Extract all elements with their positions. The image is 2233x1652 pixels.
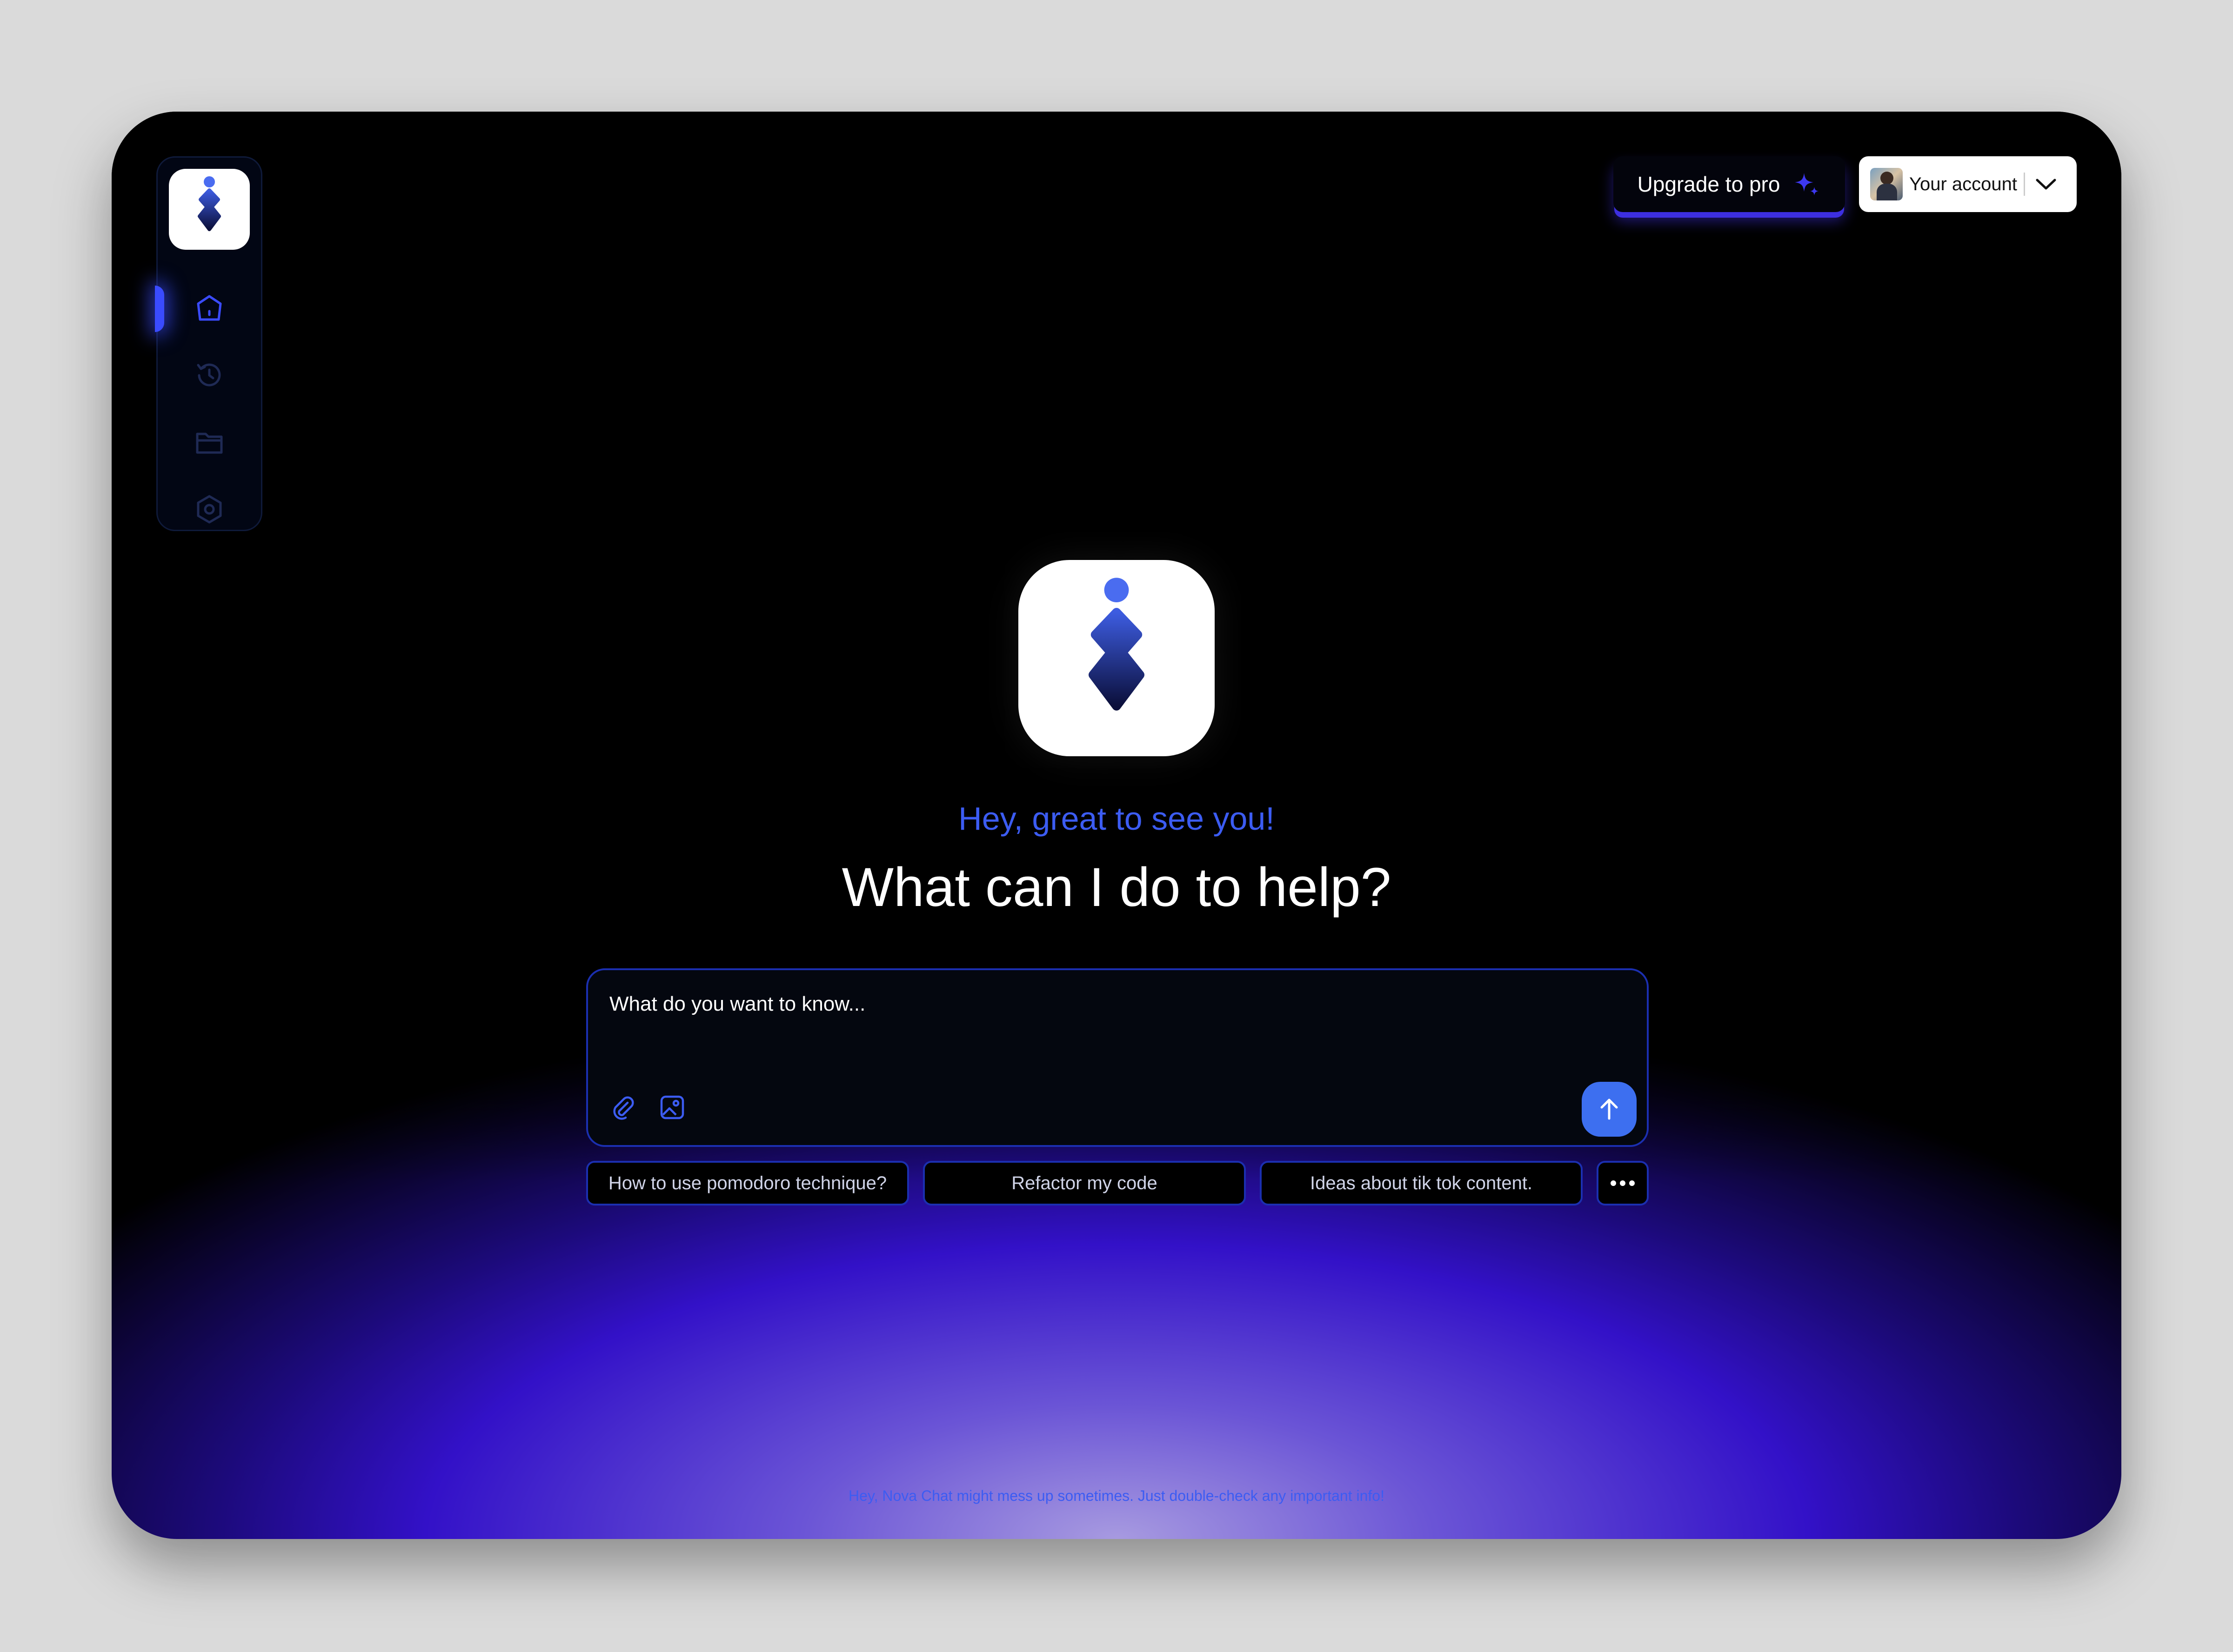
active-indicator xyxy=(155,286,164,332)
sidebar-item-folder[interactable] xyxy=(191,424,228,461)
sidebar-item-history[interactable] xyxy=(191,357,228,394)
page-title: What can I do to help? xyxy=(842,857,1391,918)
send-button[interactable] xyxy=(1582,1082,1637,1137)
suggestion-chip[interactable]: How to use pomodoro technique? xyxy=(586,1161,909,1206)
more-dots-icon xyxy=(1611,1180,1635,1186)
folder-icon xyxy=(196,433,223,454)
chat-input[interactable] xyxy=(608,990,1541,1019)
paperclip-icon xyxy=(613,1096,634,1120)
sparkle-icon xyxy=(1795,173,1819,195)
arrow-up-icon xyxy=(1600,1099,1618,1120)
settings-icon xyxy=(197,495,222,524)
attach-button[interactable] xyxy=(607,1091,639,1124)
sidebar xyxy=(155,156,262,531)
suggestion-chip[interactable]: Ideas about tik tok content. xyxy=(1260,1161,1583,1206)
greeting-text: Hey, great to see you! xyxy=(958,800,1275,837)
chat-composer xyxy=(586,968,1649,1147)
sidebar-item-settings[interactable] xyxy=(191,491,228,528)
hero-logo xyxy=(1018,560,1215,756)
nova-logo-icon xyxy=(1089,578,1144,711)
nova-logo-icon xyxy=(198,176,221,231)
image-icon xyxy=(660,1095,684,1119)
app-window: Upgrade to pro Your account Hey, great t… xyxy=(112,112,2121,1539)
upgrade-button[interactable]: Upgrade to pro xyxy=(1613,156,1845,212)
account-button[interactable]: Your account xyxy=(1859,156,2077,212)
more-suggestions-button[interactable] xyxy=(1597,1161,1649,1206)
image-upload-button[interactable] xyxy=(656,1091,689,1124)
account-label: Your account xyxy=(1909,173,2018,194)
suggestion-chip[interactable]: Refactor my code xyxy=(923,1161,1246,1206)
home-icon xyxy=(197,295,222,321)
sidebar-logo[interactable] xyxy=(169,169,250,250)
avatar xyxy=(1870,168,1903,200)
disclaimer-text: Hey, Nova Chat might mess up sometimes. … xyxy=(849,1487,1384,1504)
sidebar-item-home[interactable] xyxy=(191,290,228,327)
upgrade-label: Upgrade to pro xyxy=(1637,172,1780,196)
chevron-down-icon xyxy=(2036,179,2056,190)
history-icon xyxy=(197,363,221,386)
divider xyxy=(2024,173,2026,196)
